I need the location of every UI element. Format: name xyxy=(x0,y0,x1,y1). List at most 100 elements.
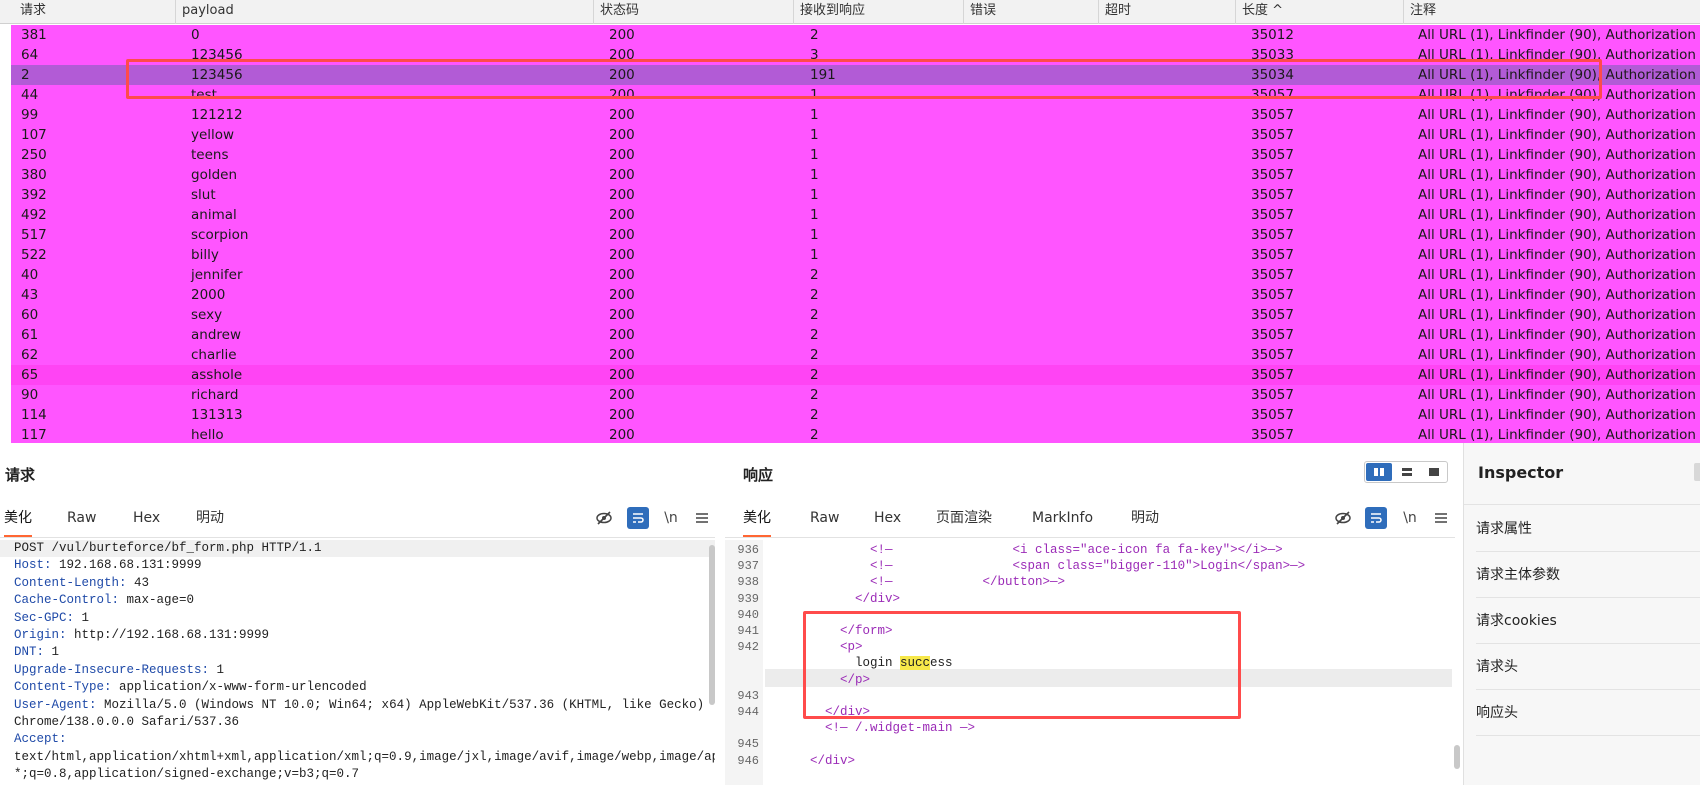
header-value: 192.168.68.131:9999 xyxy=(51,558,202,573)
table-row[interactable]: 380 golden 200 1 35057 All URL (1), Linkfinde… xyxy=(11,165,1700,185)
cell-received: 2 xyxy=(810,287,819,303)
header-value: max-age=0 xyxy=(119,593,195,608)
table-row[interactable]: 381 0 200 2 35012 All URL (1), Linkfinder (90… xyxy=(11,25,1700,45)
tab-raw[interactable]: Raw xyxy=(67,501,96,535)
divider xyxy=(0,537,715,538)
request-scrollbar[interactable] xyxy=(709,545,715,705)
table-row[interactable]: 64 123456 200 3 35033 All URL (1), Linkfinder… xyxy=(11,45,1700,65)
table-row[interactable]: 43 2000 200 2 35057 All URL (1), Linkfinder (… xyxy=(11,285,1700,305)
cell-payload: scorpion xyxy=(191,227,249,243)
table-row[interactable]: 61 andrew 200 2 35057 All URL (1), Linkfinder… xyxy=(11,325,1700,345)
cell-request: 381 xyxy=(21,27,47,43)
code-line-login-success: login success xyxy=(765,656,953,671)
tab-pretty[interactable]: 美化 xyxy=(743,501,771,538)
line-number: 940 xyxy=(737,607,759,622)
tab-explain[interactable]: 明动 xyxy=(196,501,224,535)
inspector-item-response-headers[interactable]: 响应头 xyxy=(1476,690,1700,736)
cell-length: 35057 xyxy=(1251,127,1294,143)
wrap-icon[interactable] xyxy=(627,507,649,529)
table-row[interactable]: 44 test 200 1 35057 All URL (1), Linkfinder (… xyxy=(11,85,1700,105)
table-row[interactable]: 40 jennifer 200 2 35057 All URL (1), Linkfind… xyxy=(11,265,1700,285)
cell-length: 35057 xyxy=(1251,87,1294,103)
header-value: *;q=0.8,application/signed-exchange;v=b3… xyxy=(14,767,360,782)
table-row[interactable]: 65 asshole 200 2 35057 All URL (1), Linkfinde… xyxy=(11,365,1700,385)
inspector-collapse-handle[interactable] xyxy=(1694,463,1700,481)
inspector-item-cookies[interactable]: 请求cookies xyxy=(1476,598,1700,644)
request-editor[interactable]: POST /vul/burteforce/bf_form.php HTTP/1.… xyxy=(0,540,715,785)
line-number: 945 xyxy=(737,737,759,752)
hamburger-menu-icon[interactable] xyxy=(691,507,713,529)
cell-error xyxy=(969,305,1101,325)
cell-length: 35034 xyxy=(1251,67,1294,83)
col-header-timeout[interactable]: 超时 xyxy=(1098,0,1131,24)
tab-explain[interactable]: 明动 xyxy=(1131,501,1159,535)
col-header-status[interactable]: 状态码 xyxy=(593,0,639,24)
cell-payload: animal xyxy=(191,207,237,223)
line-number: 944 xyxy=(737,705,759,719)
tab-hex[interactable]: Hex xyxy=(874,501,901,535)
wrap-icon[interactable] xyxy=(1365,507,1387,529)
table-row[interactable]: 522 billy 200 1 35057 All URL (1), Linkfinder… xyxy=(11,245,1700,265)
hamburger-menu-icon[interactable] xyxy=(1430,507,1452,529)
cell-timeout xyxy=(1101,405,1241,425)
header-value: Chrome/138.0.0.0 Safari/537.36 xyxy=(14,714,240,729)
table-row[interactable]: 492 animal 200 1 35057 All URL (1), Linkfinde… xyxy=(11,205,1700,225)
cell-timeout xyxy=(1101,285,1241,305)
tab-hex[interactable]: Hex xyxy=(133,501,160,535)
col-header-note[interactable]: 注释 xyxy=(1403,0,1436,24)
inspector-item-request-attributes[interactable]: 请求属性 xyxy=(1476,506,1700,552)
table-row[interactable]: 2 123456 200 191 35034 All URL (1), Linkfinde… xyxy=(11,65,1700,85)
table-row[interactable]: 99 121212 200 1 35057 All URL (1), Linkfinder… xyxy=(11,105,1700,125)
cell-status: 200 xyxy=(609,387,635,403)
header-key: User-Agent: xyxy=(14,697,97,712)
newline-toggle[interactable]: \n xyxy=(1399,507,1421,529)
cell-note: All URL (1), Linkfinder (90), Authorizat… xyxy=(1418,87,1700,103)
table-row[interactable]: 517 scorpion 200 1 35057 All URL (1), Linkfin… xyxy=(11,225,1700,245)
inspector-item-request-headers[interactable]: 请求头 xyxy=(1476,644,1700,690)
col-header-length[interactable]: 长度 ^ xyxy=(1235,0,1283,24)
request-line: *;q=0.8,application/signed-exchange;v=b3… xyxy=(0,766,715,783)
newline-toggle[interactable]: \n xyxy=(660,507,682,529)
layout-single-icon[interactable] xyxy=(1421,463,1447,481)
cell-length: 35057 xyxy=(1251,367,1294,383)
cell-error xyxy=(969,365,1101,385)
response-editor[interactable]: 936 <!— <i class="ace-icon fa fa-key"></… xyxy=(725,540,1452,785)
cell-note: All URL (1), Linkfinder (90), Authorizat… xyxy=(1418,267,1700,283)
layout-stacked-icon[interactable] xyxy=(1394,463,1420,481)
cell-status: 200 xyxy=(609,67,635,83)
tab-markinfo[interactable]: MarkInfo xyxy=(1032,501,1093,535)
cell-timeout xyxy=(1101,25,1241,45)
inspector-item-body-params[interactable]: 请求主体参数 xyxy=(1476,552,1700,598)
table-row[interactable]: 60 sexy 200 2 35057 All URL (1), Linkfinder (… xyxy=(11,305,1700,325)
cell-error xyxy=(969,105,1101,125)
cell-timeout xyxy=(1101,125,1241,145)
table-row[interactable]: 62 charlie 200 2 35057 All URL (1), Linkfinde… xyxy=(11,345,1700,365)
header-value: Mozilla/5.0 (Windows NT 10.0; Win64; x64… xyxy=(96,697,705,712)
tab-render[interactable]: 页面渲染 xyxy=(936,501,992,535)
tab-pretty[interactable]: 美化 xyxy=(4,501,32,538)
cell-timeout xyxy=(1101,325,1241,345)
layout-split-icon[interactable] xyxy=(1366,463,1392,481)
table-row[interactable]: 107 yellow 200 1 35057 All URL (1), Linkfinde… xyxy=(11,125,1700,145)
table-row[interactable]: 114 131313 200 2 35057 All URL (1), Linkfinde… xyxy=(11,405,1700,425)
request-line: Origin: http://192.168.68.131:9999 xyxy=(0,627,715,644)
col-header-error[interactable]: 错误 xyxy=(963,0,996,24)
tab-raw[interactable]: Raw xyxy=(810,501,839,535)
cell-received: 1 xyxy=(810,247,819,263)
header-key: Sec-GPC: xyxy=(14,610,75,625)
cell-status: 200 xyxy=(609,47,635,63)
request-line: Upgrade-Insecure-Requests: 1 xyxy=(0,662,715,679)
eye-slash-icon[interactable] xyxy=(593,507,615,529)
response-scrollbar[interactable] xyxy=(1454,745,1460,769)
table-row[interactable]: 117 hello 200 2 35057 All URL (1), Linkfinder… xyxy=(11,425,1700,443)
search-match-highlight: succ xyxy=(900,656,931,671)
table-row[interactable]: 250 teens 200 1 35057 All URL (1), Linkfinder… xyxy=(11,145,1700,165)
col-header-payload[interactable]: payload xyxy=(175,0,234,24)
table-row[interactable]: 90 richard 200 2 35057 All URL (1), Linkfinde… xyxy=(11,385,1700,405)
table-row[interactable]: 392 slut 200 1 35057 All URL (1), Linkfinder … xyxy=(11,185,1700,205)
cell-length: 35057 xyxy=(1251,227,1294,243)
eye-slash-icon[interactable] xyxy=(1332,507,1354,529)
cell-payload: golden xyxy=(191,167,238,183)
col-header-received[interactable]: 接收到响应 xyxy=(793,0,865,24)
col-header-request[interactable]: 请求 xyxy=(14,0,46,24)
